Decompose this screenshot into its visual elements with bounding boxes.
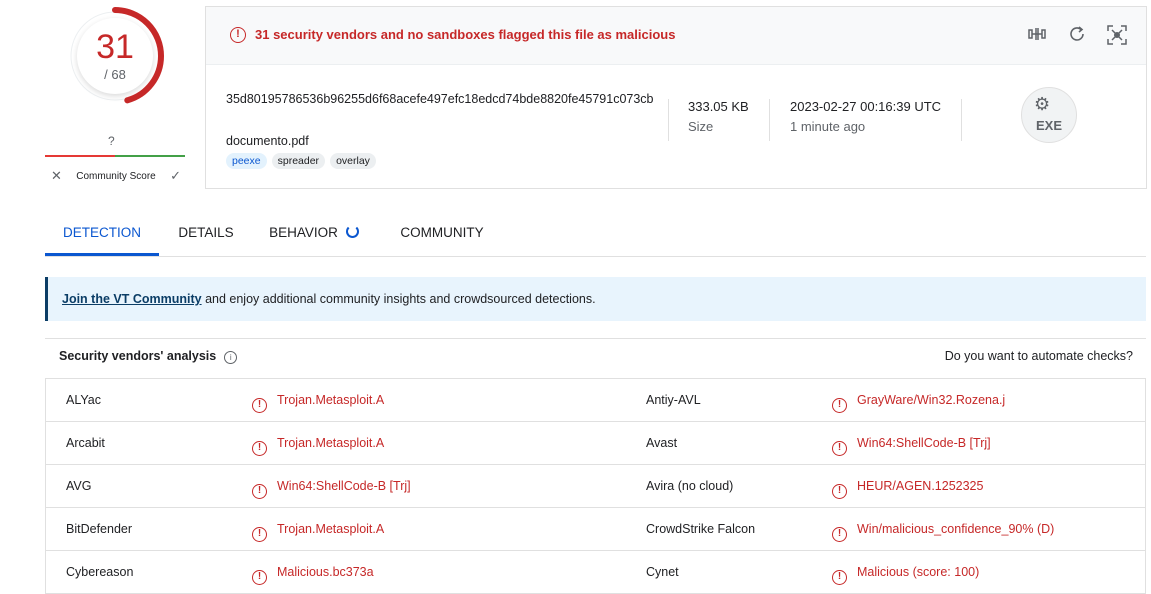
malicious-alert-icon: !: [832, 441, 847, 456]
tab-detection[interactable]: DETECTION: [45, 215, 159, 256]
tab-bar: DETECTION DETAILS BEHAVIOR COMMUNITY: [45, 215, 1146, 257]
detection-label: Trojan.Metasploit.A: [277, 436, 385, 450]
score-total: / 68: [104, 67, 126, 82]
malicious-alert-icon: !: [252, 527, 267, 542]
malicious-alert-icon: !: [832, 527, 847, 542]
detection-result: ! Malicious.bc373a: [252, 565, 374, 585]
file-name: documento.pdf: [226, 134, 309, 148]
vote-check-icon[interactable]: ✓: [170, 168, 185, 184]
detection-result: ! Malicious (score: 100): [832, 565, 979, 585]
alert-header: ! 31 security vendors and no sandboxes f…: [206, 7, 1146, 65]
community-score-row: ✕ Community Score ✓: [45, 166, 185, 186]
detection-result: ! Win64:ShellCode-B [Trj]: [252, 479, 411, 499]
detection-label: GrayWare/Win32.Rozena.j: [857, 393, 1006, 407]
detection-result: ! Trojan.Metasploit.A: [252, 522, 384, 542]
divider: [668, 99, 669, 141]
detection-label: Trojan.Metasploit.A: [277, 522, 385, 536]
malicious-alert-icon: !: [832, 570, 847, 585]
table-row: Cybereason ! Malicious.bc373a Cynet ! Mali…: [46, 551, 1145, 594]
detection-result: ! Win64:ShellCode-B [Trj]: [832, 436, 991, 456]
alert-text: 31 security vendors and no sandboxes fla…: [255, 27, 676, 42]
alert-icon: !: [230, 27, 246, 43]
divider: [769, 99, 770, 141]
detection-result: ! HEUR/AGEN.1252325: [832, 479, 983, 499]
table-row: ALYac ! Trojan.Metasploit.A Antiy-AVL ! Gr…: [46, 379, 1145, 422]
table-row: Arcabit ! Trojan.Metasploit.A Avast ! Win6…: [46, 422, 1145, 465]
table-row: AVG ! Win64:ShellCode-B [Trj] Avira (no c…: [46, 465, 1145, 508]
vendor-name: Arcabit: [66, 436, 105, 450]
automate-checks-link[interactable]: Do you want to automate checks?: [945, 349, 1133, 363]
malicious-alert-icon: !: [252, 398, 267, 413]
tab-behavior-label: BEHAVIOR: [269, 225, 338, 240]
tag-overlay[interactable]: overlay: [330, 153, 376, 169]
loading-spinner-icon: [345, 225, 359, 238]
malicious-alert-icon: !: [252, 441, 267, 456]
community-score-value: ?: [108, 134, 115, 148]
community-score-bar: [45, 155, 185, 157]
compare-icon[interactable]: [1026, 24, 1048, 46]
malicious-alert-icon: !: [832, 398, 847, 413]
tag-peexe[interactable]: peexe: [226, 153, 267, 169]
malicious-alert-icon: !: [832, 484, 847, 499]
vendor-name: CrowdStrike Falcon: [646, 522, 756, 536]
detection-label: Malicious (score: 100): [857, 565, 980, 579]
vendor-name: BitDefender: [66, 522, 133, 536]
detection-label: Win64:ShellCode-B [Trj]: [857, 436, 991, 450]
detection-label: Malicious.bc373a: [277, 565, 374, 579]
tag-spreader[interactable]: spreader: [271, 153, 326, 169]
analysis-date-label: 1 minute ago: [790, 119, 866, 134]
file-size-value: 333.05 KB: [688, 99, 749, 114]
similar-icon[interactable]: [1106, 24, 1128, 46]
vendor-name: Avira (no cloud): [646, 479, 734, 493]
community-score-label: Community Score: [76, 170, 156, 182]
detection-result: ! Win/malicious_confidence_90% (D): [832, 522, 1054, 542]
detection-score-gauge: 31 / 68: [64, 5, 166, 107]
detection-result: ! GrayWare/Win32.Rozena.j: [832, 393, 1005, 413]
tab-community[interactable]: COMMUNITY: [389, 215, 495, 256]
file-tags: peexe spreader overlay: [226, 153, 376, 169]
analysis-date-value: 2023-02-27 00:16:39 UTC: [790, 99, 942, 114]
detection-label: HEUR/AGEN.1252325: [857, 479, 984, 493]
reanalyze-icon[interactable]: [1066, 24, 1088, 46]
vendor-name: Cynet: [646, 565, 679, 579]
file-summary-card: ! 31 security vendors and no sandboxes f…: [205, 6, 1147, 189]
file-hash[interactable]: 35d80195786536b96255d6f68acefe497efc18ed…: [226, 90, 656, 109]
gear-icon: ⚙: [1034, 94, 1051, 114]
vendor-name: Cybereason: [66, 565, 134, 579]
detection-result: ! Trojan.Metasploit.A: [252, 393, 384, 413]
detection-result: ! Trojan.Metasploit.A: [252, 436, 384, 456]
file-size-label: Size: [688, 119, 714, 134]
file-type-exe-icon: ⚙ EXE: [1021, 87, 1077, 143]
divider: [961, 99, 962, 141]
detection-label: Win64:ShellCode-B [Trj]: [277, 479, 411, 493]
vendor-name: Avast: [646, 436, 678, 450]
vendor-name: ALYac: [66, 393, 101, 407]
tab-details[interactable]: DETAILS: [170, 215, 242, 256]
malicious-alert-icon: !: [252, 484, 267, 499]
vendor-results-table: ALYac ! Trojan.Metasploit.A Antiy-AVL ! Gr…: [45, 378, 1146, 594]
join-community-link[interactable]: Join the VT Community: [62, 292, 202, 306]
analysis-title: Security vendors' analysis: [59, 349, 217, 363]
analysis-header: Security vendors' analysis i Do you want …: [45, 338, 1146, 375]
tab-behavior[interactable]: BEHAVIOR: [259, 215, 369, 256]
detection-label: Trojan.Metasploit.A: [277, 393, 385, 407]
malicious-alert-icon: !: [252, 570, 267, 585]
vote-harmless-close-icon[interactable]: ✕: [45, 168, 62, 184]
community-banner: Join the VT Community and enjoy addition…: [45, 277, 1146, 321]
banner-text: and enjoy additional community insights …: [201, 292, 596, 306]
detection-label: Win/malicious_confidence_90% (D): [857, 522, 1055, 536]
file-type-label: EXE: [1035, 118, 1062, 133]
table-row: BitDefender ! Trojan.Metasploit.A CrowdSt…: [46, 508, 1145, 551]
vendor-name: AVG: [66, 479, 92, 493]
vendor-name: Antiy-AVL: [646, 393, 701, 407]
score-detected: 31: [96, 28, 134, 66]
info-icon[interactable]: i: [224, 351, 238, 364]
